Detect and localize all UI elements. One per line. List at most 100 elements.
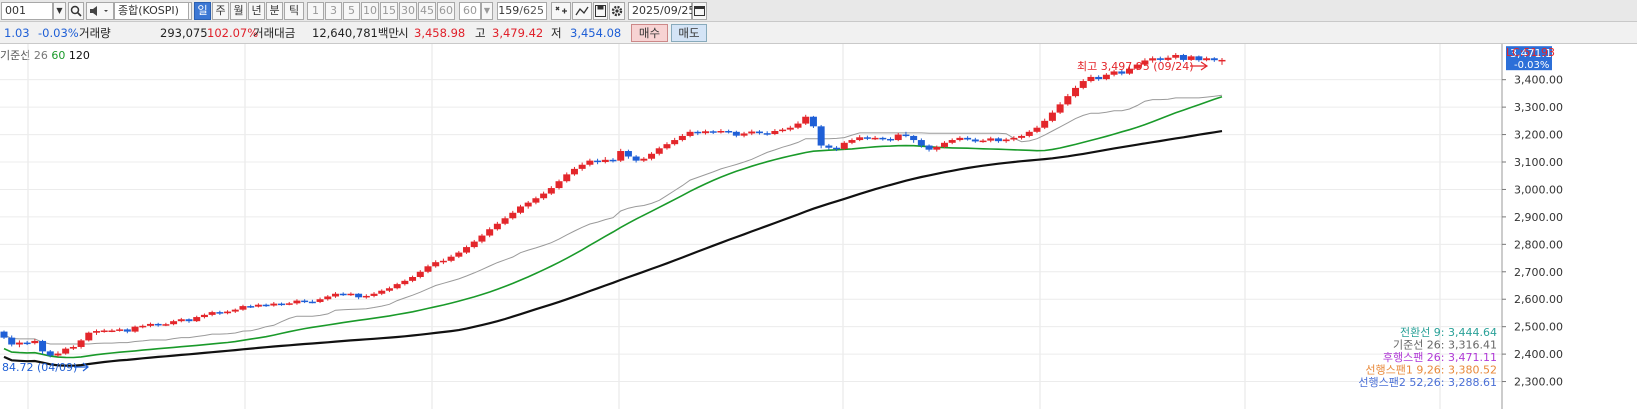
candle-body bbox=[809, 116, 817, 127]
high-label: 고 bbox=[475, 26, 486, 40]
candle-body bbox=[478, 235, 486, 242]
save-icon[interactable] bbox=[593, 2, 608, 20]
axis-tick-label: 3,400.00 bbox=[1514, 74, 1563, 87]
candle-body bbox=[663, 144, 671, 149]
candle-body bbox=[455, 252, 463, 257]
change-percent: -0.03% bbox=[38, 26, 79, 40]
candle-body bbox=[794, 123, 802, 128]
calendar-icon[interactable] bbox=[692, 2, 707, 20]
candle-body bbox=[971, 139, 979, 142]
count-dropdown-icon[interactable]: ▼ bbox=[481, 2, 493, 20]
market-select[interactable]: 종합(KOSPI) bbox=[114, 2, 189, 20]
interval-15-button[interactable]: 15 bbox=[380, 2, 398, 20]
candle-body bbox=[154, 323, 162, 326]
candle-body bbox=[940, 142, 948, 147]
ma-60-line bbox=[3, 95, 1223, 359]
candle-body bbox=[1010, 137, 1018, 140]
candle-body bbox=[116, 329, 124, 331]
buy-button[interactable]: 매수 bbox=[631, 24, 668, 42]
candle-body bbox=[1210, 58, 1218, 61]
candle-body bbox=[331, 293, 339, 297]
candle-body bbox=[347, 293, 355, 296]
candle-body bbox=[648, 153, 656, 159]
candle-series bbox=[0, 53, 1226, 358]
gear-icon[interactable] bbox=[609, 2, 625, 20]
position-indicator: 159/625 bbox=[497, 2, 547, 20]
volume-value: 293,075 bbox=[160, 26, 208, 40]
candle-body bbox=[1172, 54, 1180, 58]
interval-5-button[interactable]: 5 bbox=[343, 2, 360, 20]
candle-body bbox=[917, 140, 925, 146]
candle-body bbox=[1018, 135, 1026, 138]
candle-body bbox=[231, 309, 239, 312]
candle-body bbox=[69, 346, 77, 349]
axis-tick-label: 2,300.00 bbox=[1514, 376, 1563, 389]
candle-body bbox=[39, 340, 47, 352]
candle-body bbox=[817, 126, 825, 146]
candle-body bbox=[285, 303, 293, 305]
indicator-value-label: 기준선 26: 3,316.41 bbox=[1393, 339, 1497, 352]
period-tick-tab[interactable]: 틱 bbox=[284, 2, 304, 20]
interval-3-button[interactable]: 3 bbox=[325, 2, 342, 20]
crosshair-icon[interactable] bbox=[551, 2, 571, 20]
ma-120-line bbox=[3, 130, 1223, 367]
count-input[interactable]: 60 bbox=[459, 2, 481, 20]
candle-body bbox=[123, 329, 131, 332]
candle-body bbox=[1064, 96, 1072, 105]
candle-body bbox=[964, 137, 972, 140]
candle-body bbox=[702, 131, 710, 134]
candle-body bbox=[524, 202, 532, 207]
sell-button[interactable]: 매도 bbox=[671, 24, 707, 42]
interval-10-button[interactable]: 10 bbox=[361, 2, 379, 20]
candle-body bbox=[170, 321, 178, 325]
period-week-tab[interactable]: 주 bbox=[212, 2, 229, 20]
search-icon[interactable] bbox=[68, 2, 84, 20]
candle-body bbox=[185, 319, 193, 322]
period-minute-tab[interactable]: 분 bbox=[266, 2, 283, 20]
candle-body bbox=[470, 241, 478, 248]
interval-30-button[interactable]: 30 bbox=[399, 2, 417, 20]
candle-body bbox=[586, 160, 594, 165]
position-total: /625 bbox=[519, 4, 544, 17]
period-day-tab[interactable]: 일 bbox=[194, 2, 211, 20]
candle-body bbox=[439, 260, 447, 263]
min-annotation: 84.72 (04/09) bbox=[2, 361, 77, 374]
candle-body bbox=[871, 137, 879, 140]
candle-body bbox=[324, 296, 332, 300]
date-input[interactable]: 2025/09/25 bbox=[628, 2, 695, 20]
axis-tick-label: 2,600.00 bbox=[1514, 293, 1563, 306]
candle-body bbox=[447, 256, 455, 261]
candle-body bbox=[385, 288, 393, 291]
candle-body bbox=[887, 138, 895, 141]
candle-body bbox=[8, 337, 16, 345]
interval-45-button[interactable]: 45 bbox=[418, 2, 436, 20]
candle-body bbox=[1033, 127, 1041, 132]
axis-tick-label: 2,700.00 bbox=[1514, 266, 1563, 279]
candle-body bbox=[532, 198, 540, 203]
candle-body bbox=[856, 137, 864, 141]
candle-body bbox=[1102, 74, 1110, 80]
interval-1-button[interactable]: 1 bbox=[307, 2, 324, 20]
candle-body bbox=[516, 206, 524, 213]
candle-body bbox=[725, 130, 733, 133]
period-month-tab[interactable]: 월 bbox=[230, 2, 247, 20]
baseline-26-line bbox=[3, 94, 1223, 345]
candle-body bbox=[755, 131, 763, 134]
candle-body bbox=[239, 306, 247, 310]
line-tool-icon[interactable] bbox=[572, 2, 592, 20]
speaker-icon[interactable] bbox=[86, 2, 114, 20]
price-chart[interactable]: 2,300.00 2,400.00 2,500.00 2,600.00 2,700.00… bbox=[0, 44, 1637, 409]
candle-body bbox=[15, 342, 23, 345]
candle-body bbox=[1048, 112, 1056, 121]
period-year-tab[interactable]: 년 bbox=[248, 2, 265, 20]
code-input[interactable]: 001 bbox=[1, 2, 53, 20]
candle-body bbox=[786, 127, 794, 130]
code-dropdown-icon[interactable]: ▼ bbox=[53, 2, 66, 20]
market-select-edge bbox=[189, 2, 192, 20]
axis-tick-label: 3,000.00 bbox=[1514, 183, 1563, 196]
candle-body bbox=[509, 212, 517, 219]
candle-body bbox=[717, 130, 725, 133]
candle-body bbox=[424, 266, 432, 272]
interval-60-button[interactable]: 60 bbox=[437, 2, 455, 20]
candle-body bbox=[85, 332, 93, 341]
